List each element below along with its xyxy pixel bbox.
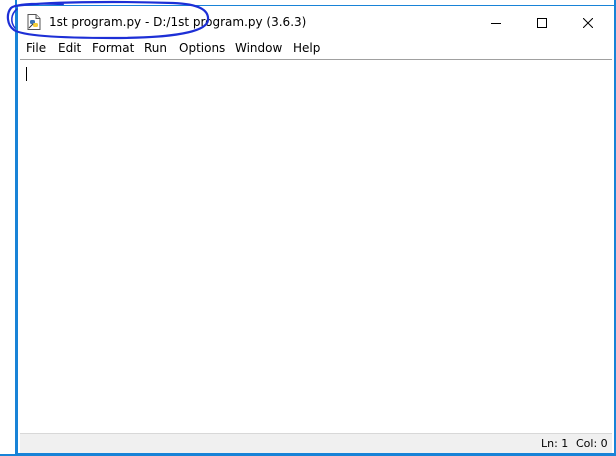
line-indicator: Ln: 1 (541, 437, 569, 450)
close-button[interactable] (565, 6, 611, 38)
maximize-button[interactable] (519, 6, 565, 38)
column-indicator: Col: 0 (576, 437, 608, 450)
menu-run[interactable]: Run (144, 41, 167, 55)
title-bar[interactable]: 1st program.py - D:/1st program.py (3.6.… (18, 6, 614, 38)
minimize-button[interactable] (473, 6, 519, 38)
minimize-icon (491, 13, 501, 32)
python-file-icon (27, 14, 42, 30)
menu-file[interactable]: File (26, 41, 46, 55)
text-cursor (26, 67, 27, 81)
menu-window[interactable]: Window (235, 41, 282, 55)
status-bar: Ln: 1 Col: 0 (20, 433, 612, 453)
menu-edit[interactable]: Edit (58, 41, 81, 55)
menu-bar: File Edit Format Run Options Window Help (18, 39, 614, 59)
menu-format[interactable]: Format (92, 41, 134, 55)
window-title: 1st program.py - D:/1st program.py (3.6.… (49, 15, 307, 29)
code-editor[interactable] (20, 59, 612, 433)
menu-help[interactable]: Help (293, 41, 320, 55)
close-icon (582, 13, 594, 32)
idle-editor-window: 1st program.py - D:/1st program.py (3.6.… (17, 5, 615, 454)
menu-options[interactable]: Options (179, 41, 225, 55)
maximize-icon (537, 13, 547, 32)
